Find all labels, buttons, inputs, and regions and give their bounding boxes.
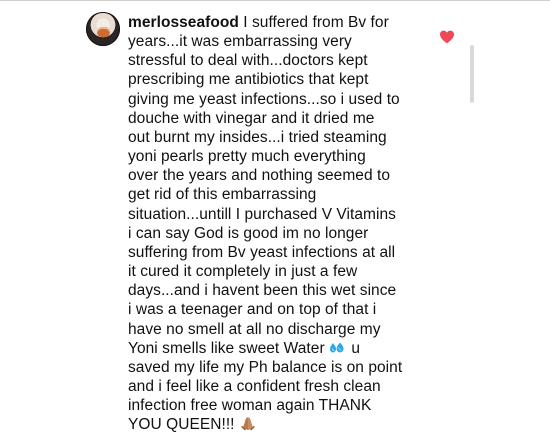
comment-text: merlosseafood I suffered from Bv for yea… bbox=[128, 13, 428, 434]
comment-line-text: Yoni smells like sweet Water bbox=[128, 339, 325, 357]
comment-line: over the years and nothing seemed to bbox=[128, 167, 391, 185]
comment-line: infection free woman again THANK bbox=[128, 397, 372, 415]
comment-line: giving me yeast infections...so i used t… bbox=[128, 90, 400, 108]
like-button[interactable] bbox=[439, 30, 455, 44]
comment-line: and i feel like a confident fresh clean bbox=[128, 377, 381, 395]
comment-line: situation...untill I purchased V Vitamin… bbox=[128, 205, 396, 223]
comment-line: it cured it completely in just a few bbox=[128, 263, 358, 281]
top-divider bbox=[0, 0, 550, 1]
comment-line: days...and i havent been this wet since bbox=[128, 282, 397, 300]
comment-first-line: merlosseafood I suffered from Bv for bbox=[128, 13, 428, 32]
comment-line: stressful to deal with...doctors kept bbox=[128, 52, 368, 70]
comment-line: saved my life my Ph balance is on point bbox=[128, 358, 403, 376]
folded-hands-icon bbox=[240, 416, 256, 431]
comment-line: years...it was embarrassing very bbox=[128, 33, 352, 51]
comment-line-text: YOU QUEEN!!! bbox=[128, 416, 235, 434]
comment-line: i can say God is good im no longer bbox=[128, 224, 369, 242]
avatar-food-image bbox=[97, 27, 110, 37]
comment-line: yoni pearls pretty much everything bbox=[128, 148, 366, 166]
comment-line: out burnt my insides...i tried steaming bbox=[128, 128, 387, 146]
sweat-droplets-icon bbox=[330, 342, 345, 354]
comment-line: have no smell at all no discharge my bbox=[128, 320, 381, 338]
comment-line-with-emoji: Yoni smells like sweet Water u bbox=[128, 339, 428, 358]
comment-last-line: YOU QUEEN!!! bbox=[128, 415, 428, 434]
comment-line: prescribing me antibiotics that kept bbox=[128, 71, 369, 89]
comment-username[interactable]: merlosseafood bbox=[128, 14, 239, 31]
comment-line: douche with vinegar and it dried me bbox=[128, 109, 375, 127]
comment-line: I suffered from Bv for bbox=[243, 14, 389, 31]
comment-line: suffering from Bv yeast infections at al… bbox=[128, 243, 396, 261]
comment-line: get rid of this embarrassing bbox=[128, 186, 317, 204]
comment-line-continuation: u bbox=[351, 339, 361, 357]
heart-icon bbox=[439, 30, 455, 48]
comment-line: i was a teenager and on top of that i bbox=[128, 301, 377, 319]
scrollbar-thumb[interactable] bbox=[470, 45, 474, 103]
